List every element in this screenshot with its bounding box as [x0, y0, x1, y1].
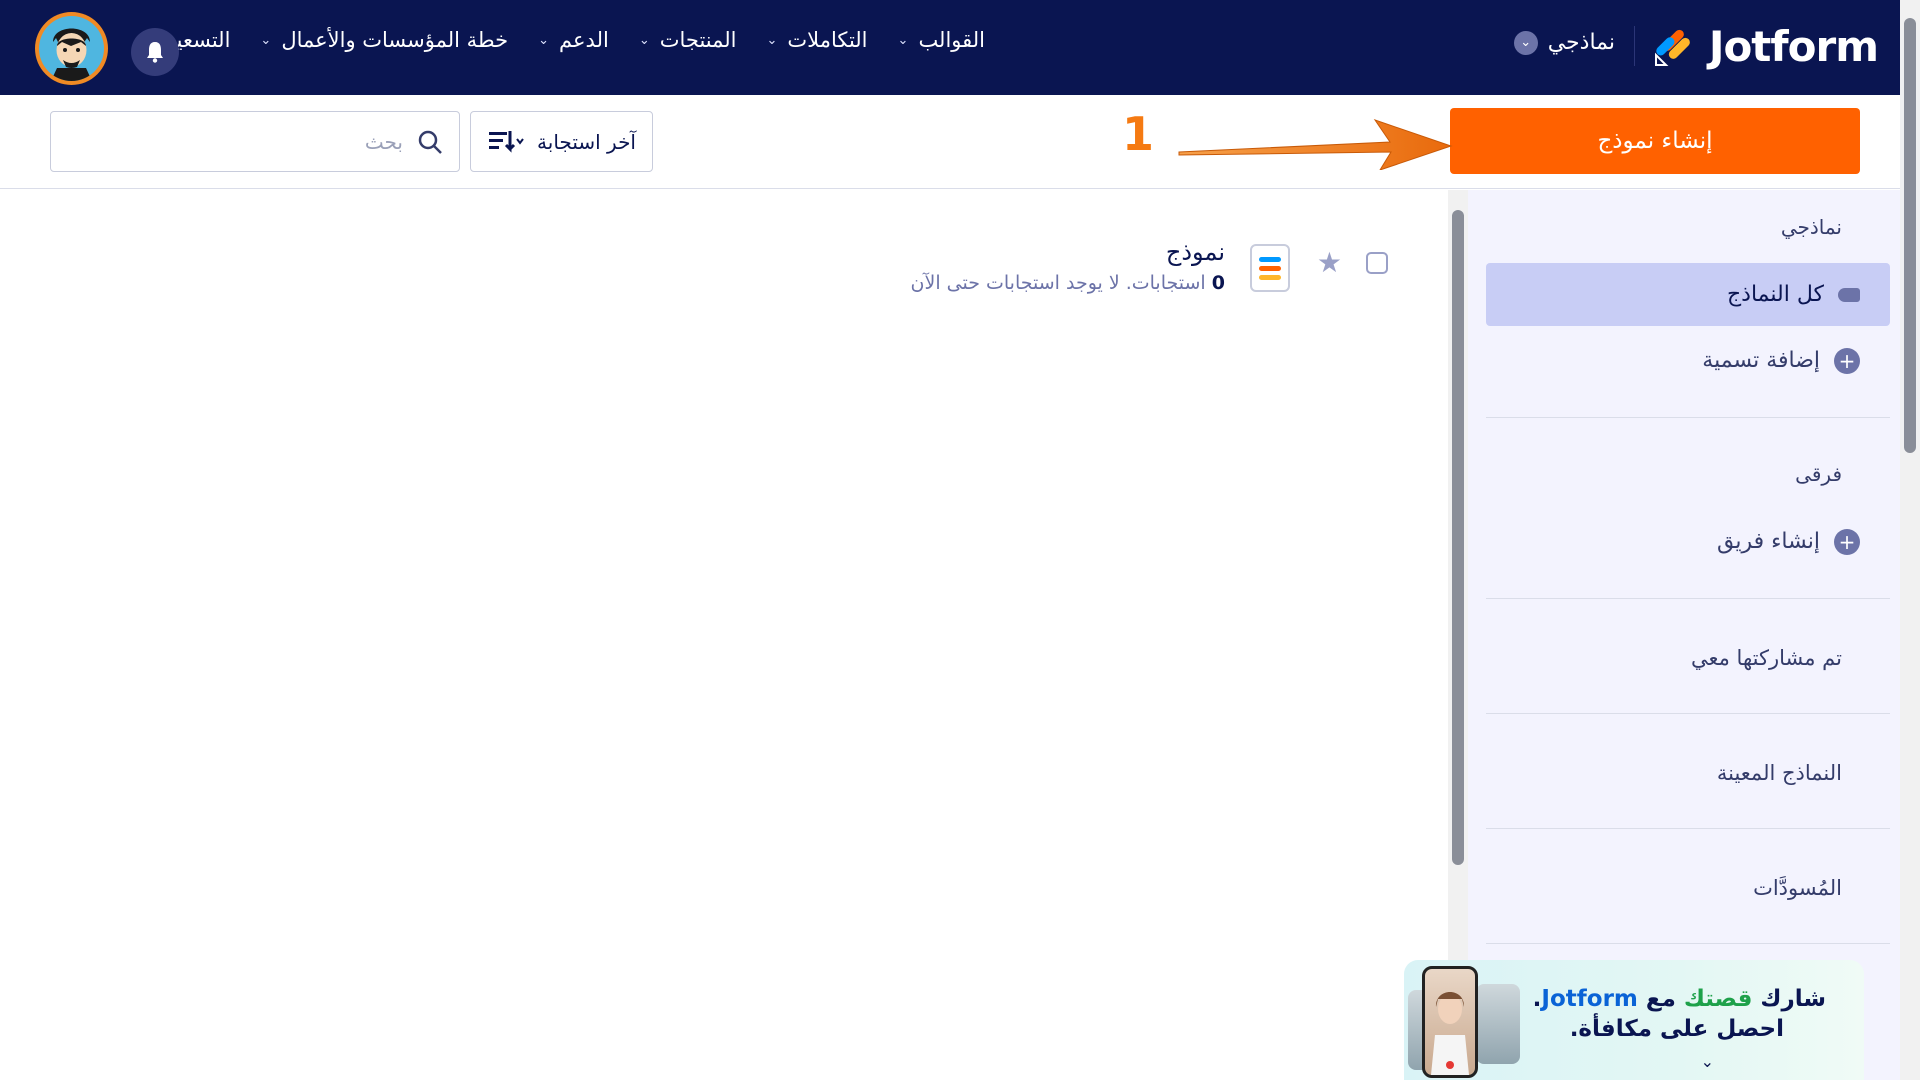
promo-text-with: مع — [1637, 986, 1684, 1012]
avatar[interactable] — [35, 12, 108, 85]
sidebar-item-drafts[interactable]: المُسودَّات — [1486, 856, 1890, 919]
chevron-down-icon: ⌄ — [260, 32, 272, 48]
sidebar-item-create-team[interactable]: + إنشاء فريق — [1486, 510, 1890, 573]
sidebar-item-label: كل النماذج — [1726, 282, 1824, 307]
chevron-down-icon: ⌄ — [538, 32, 550, 48]
nav-products-label: المنتجات — [659, 28, 737, 52]
sort-button-label: آخر استجابة — [537, 129, 636, 154]
jotform-logo[interactable]: Jotform — [1653, 21, 1879, 71]
my-forms-dropdown-label: نماذجي — [1547, 30, 1615, 55]
sidebar-item-shared-with-me[interactable]: تم مشاركتها معي — [1486, 626, 1890, 689]
toolbar: إنشاء نموذج 1 آخر استجابة — [0, 95, 1900, 189]
nav-enterprise-label: خطة المؤسسات والأعمال — [281, 28, 509, 52]
promo-thumb-image — [1476, 984, 1520, 1064]
list-scrollbar[interactable] — [1452, 210, 1464, 865]
search-box — [50, 111, 460, 172]
page-scrollbar[interactable] — [1904, 18, 1916, 453]
nav-integrations[interactable]: التكاملات ⌄ — [767, 28, 868, 52]
promo-text-brand: Jotform — [1541, 986, 1638, 1012]
sort-button[interactable]: آخر استجابة — [470, 111, 653, 172]
form-title[interactable]: نموذج — [1166, 238, 1225, 266]
bell-icon — [147, 42, 163, 63]
sidebar-item-add-label[interactable]: + إضافة تسمية — [1486, 329, 1890, 392]
promo-phone-image — [1422, 966, 1478, 1078]
search-icon — [418, 130, 442, 154]
avatar-image — [39, 16, 104, 81]
annotation-number: 1 — [1122, 107, 1155, 161]
main-nav: القوالب ⌄ التكاملات ⌄ المنتجات ⌄ الدعم ⌄ خطة… — [165, 28, 985, 52]
sidebar-item-label: المُسودَّات — [1753, 875, 1842, 900]
create-form-button[interactable]: إنشاء نموذج — [1450, 108, 1860, 174]
promo-subline: احصل على مكافأة. — [1569, 1016, 1784, 1042]
my-forms-dropdown[interactable]: نماذجي ⌄ — [1513, 30, 1615, 55]
sidebar-heading-my-forms: نماذجي — [1780, 215, 1842, 239]
promo-text-story: قصتك — [1683, 986, 1753, 1012]
plus-circle-icon: + — [1834, 528, 1860, 555]
sort-icon — [489, 130, 524, 153]
sidebar: نماذجي كل النماذج + إضافة تسمية فرقى + إ… — [1450, 190, 1900, 1080]
search-input[interactable] — [73, 129, 403, 154]
sidebar-divider — [1486, 598, 1890, 599]
sidebar-divider — [1486, 943, 1890, 944]
form-response-summary: 0 استجابات. لا يوجد استجابات حتى الآن — [911, 272, 1225, 294]
chevron-down-icon: ⌄ — [897, 32, 909, 48]
logo-divider — [1634, 26, 1635, 66]
nav-products[interactable]: المنتجات ⌄ — [639, 28, 737, 52]
chevron-down-icon: ⌄ — [638, 32, 650, 48]
star-icon[interactable]: ★ — [1317, 246, 1342, 279]
sidebar-item-label: إضافة تسمية — [1702, 348, 1820, 373]
page: Jotform نماذجي ⌄ القوالب ⌄ التكاملات ⌄ الم… — [0, 0, 1920, 1080]
sidebar-divider — [1486, 713, 1890, 714]
jotform-logo-icon — [1654, 29, 1690, 66]
chevron-down-icon: ⌄ — [1513, 30, 1538, 55]
nav-support-label: الدعم — [559, 28, 609, 52]
form-select-checkbox[interactable] — [1366, 252, 1388, 274]
notifications-button[interactable] — [131, 28, 179, 76]
promo-banner[interactable]: شارك قصتك مع Jotform. احصل على مكافأة. ⌄ — [1404, 960, 1864, 1080]
promo-headline: شارك قصتك مع Jotform. — [1533, 986, 1826, 1012]
sidebar-item-label: تم مشاركتها معي — [1691, 645, 1842, 670]
nav-support[interactable]: الدعم ⌄ — [538, 28, 609, 52]
sidebar-item-label: إنشاء فريق — [1716, 529, 1820, 554]
sidebar-heading-teams: فرقى — [1795, 462, 1842, 486]
nav-enterprise[interactable]: خطة المؤسسات والأعمال ⌄ — [260, 28, 508, 52]
annotation-arrow-icon — [1178, 119, 1453, 170]
sidebar-divider — [1486, 417, 1890, 418]
nav-integrations-label: التكاملات — [787, 28, 868, 52]
sidebar-item-label: النماذج المعينة — [1716, 760, 1842, 785]
top-nav: Jotform نماذجي ⌄ القوالب ⌄ التكاملات ⌄ الم… — [0, 0, 1900, 95]
label-tag-icon — [1838, 287, 1860, 302]
form-list-item[interactable]: ★ نموذج 0 استجابات. لا يوجد استجابات حتى… — [820, 232, 1400, 302]
nav-templates[interactable]: القوالب ⌄ — [898, 28, 985, 52]
sidebar-item-assigned-forms[interactable]: النماذج المعينة — [1486, 741, 1890, 804]
sidebar-item-all-forms[interactable]: كل النماذج — [1486, 263, 1890, 326]
sidebar-divider — [1486, 828, 1890, 829]
chevron-down-icon[interactable]: ⌄ — [1701, 1052, 1714, 1071]
nav-templates-label: القوالب — [918, 28, 985, 52]
plus-circle-icon: + — [1834, 347, 1860, 374]
form-icon — [1250, 244, 1290, 292]
promo-text-prefix: شارك — [1752, 986, 1826, 1012]
form-response-count: 0 — [1211, 272, 1225, 294]
chevron-down-icon: ⌄ — [766, 32, 778, 48]
logo-text: Jotform — [1708, 21, 1879, 71]
form-response-status: استجابات. لا يوجد استجابات حتى الآن — [910, 272, 1206, 294]
